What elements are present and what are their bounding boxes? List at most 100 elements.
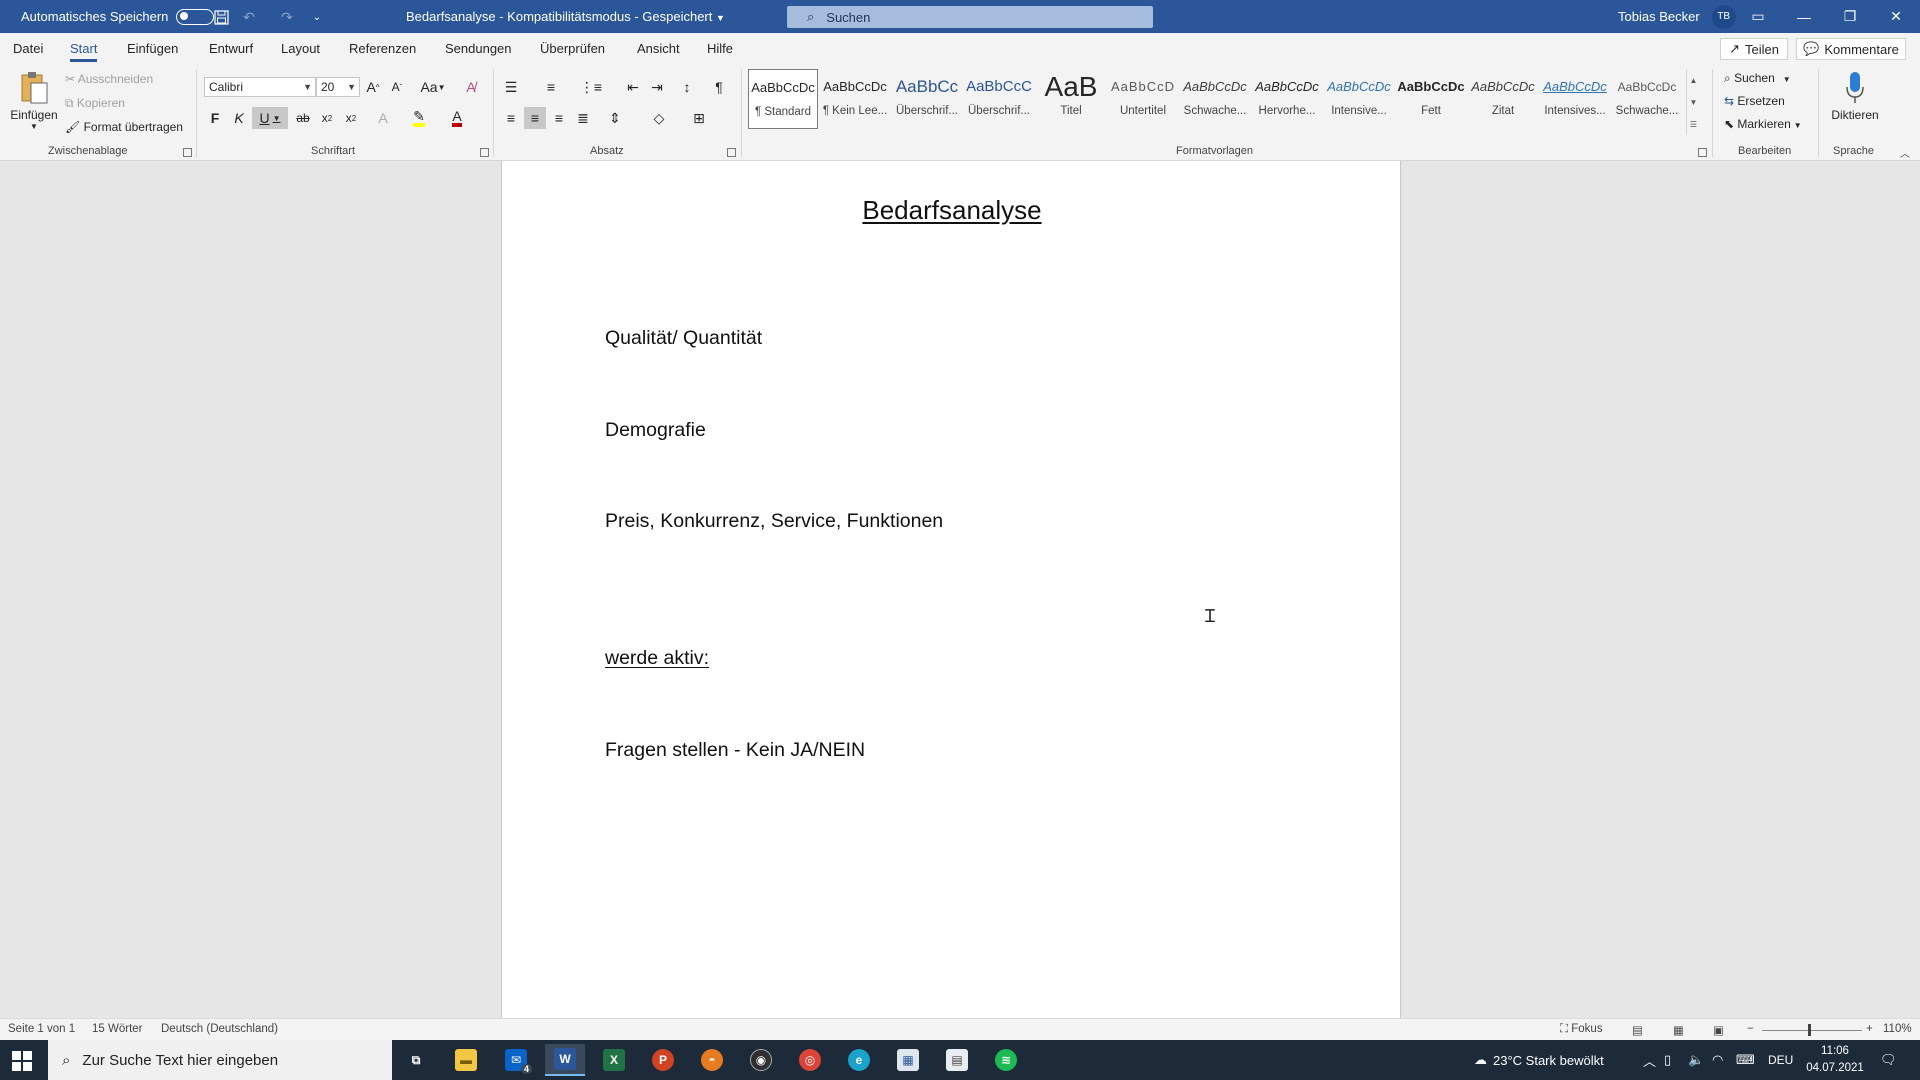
taskbar-search[interactable]: ⌕ Zur Suche Text hier eingeben [48, 1040, 392, 1080]
document-title[interactable]: Bedarfsanalyse - Kompatibilitätsmodus - … [406, 0, 725, 33]
document-paragraph[interactable]: werde aktiv: [605, 647, 709, 670]
font-color-icon[interactable]: A [446, 107, 468, 129]
tab-einfuegen[interactable]: Einfügen [127, 41, 178, 56]
document-heading[interactable]: Bedarfsanalyse [502, 195, 1402, 226]
dictate-button[interactable]: Diktieren [1826, 69, 1884, 139]
app-icon[interactable]: ▦ [888, 1044, 928, 1076]
copy-button[interactable]: ⧉ Kopieren [65, 96, 125, 111]
numbering-icon[interactable]: ≡ [540, 76, 562, 98]
cut-button[interactable]: ✂ Ausschneiden [65, 72, 153, 86]
tab-ansicht[interactable]: Ansicht [637, 41, 680, 56]
italic-button[interactable]: K [228, 107, 250, 129]
ribbon-display-icon[interactable]: ▭ [1735, 0, 1781, 33]
system-clock[interactable]: 11:06 04.07.2021 [1800, 1043, 1870, 1077]
more-styles-icon[interactable]: ☰ [1690, 120, 1697, 129]
document-canvas[interactable]: Bedarfsanalyse Qualität/ Quantität Demog… [0, 161, 1920, 1018]
chevron-up-icon[interactable]: ▲ [1690, 76, 1698, 85]
print-layout-icon[interactable]: ▦ [1673, 1023, 1684, 1037]
subscript-icon[interactable]: x2 [316, 107, 338, 129]
autosave-toggle[interactable] [176, 8, 215, 25]
tab-referenzen[interactable]: Referenzen [349, 41, 416, 56]
document-paragraph[interactable]: Preis, Konkurrenz, Service, Funktionen [605, 510, 943, 533]
comments-button[interactable]: 💬 Kommentare [1796, 38, 1906, 60]
replace-button[interactable]: ⇆ Ersetzen [1724, 94, 1785, 108]
zoom-in-button[interactable]: + [1866, 1023, 1873, 1035]
chevron-down-icon[interactable]: ▼ [1690, 98, 1698, 107]
tab-datei[interactable]: Datei [13, 41, 43, 56]
tab-hilfe[interactable]: Hilfe [707, 41, 733, 56]
windows-start-icon[interactable] [12, 1051, 32, 1071]
line-spacing-icon[interactable]: ⇕ [604, 107, 626, 129]
undo-icon[interactable]: ↶ [240, 8, 258, 26]
change-case-button[interactable]: Aa ▼ [416, 76, 450, 98]
style-fett[interactable]: AaBbCcDc Fett [1396, 69, 1466, 129]
zoom-level[interactable]: 110% [1883, 1023, 1912, 1035]
style-kein-leerraum[interactable]: AaBbCcDc ¶ Kein Lee... [820, 69, 890, 129]
style-schwacher-verweis[interactable]: AaBbCcDc Schwache... [1612, 69, 1682, 129]
file-explorer-icon[interactable]: ▬ [446, 1044, 486, 1076]
clear-formatting-icon[interactable]: A̸ [460, 76, 482, 98]
style-ueberschrift-1[interactable]: AaBbCc Überschrif... [892, 69, 962, 129]
search-box[interactable]: ⌕ Suchen [787, 6, 1153, 28]
font-size-select[interactable]: 20 ▼ [316, 77, 360, 97]
web-layout-icon[interactable]: ▣ [1713, 1023, 1724, 1037]
keyboard-icon[interactable]: ⌨ [1736, 1040, 1755, 1080]
word-count[interactable]: 15 Wörter [92, 1023, 143, 1035]
tab-entwurf[interactable]: Entwurf [209, 41, 253, 56]
format-painter-button[interactable]: 🖌 Format übertragen [65, 120, 183, 134]
grow-font-icon[interactable]: A ^ [362, 76, 384, 98]
mail-icon[interactable]: ✉ 4 [496, 1044, 536, 1076]
obs-icon[interactable]: ◉ [741, 1044, 781, 1076]
find-button[interactable]: ⌕ Suchen ▼ [1724, 71, 1791, 86]
autosave-control[interactable]: Automatisches Speichern [21, 8, 215, 25]
input-language[interactable]: DEU [1768, 1040, 1793, 1080]
shrink-font-icon[interactable]: Aˇ [386, 76, 408, 98]
document-page[interactable]: Bedarfsanalyse Qualität/ Quantität Demog… [501, 161, 1401, 1018]
justify-icon[interactable]: ≣ [572, 107, 594, 129]
highlight-icon[interactable]: ✎ [408, 107, 430, 129]
user-account[interactable]: Tobias Becker TB [1618, 0, 1736, 33]
chrome-icon[interactable]: ◎ [790, 1044, 830, 1076]
multilevel-list-icon[interactable]: ⋮≡ [580, 76, 602, 98]
weather-widget[interactable]: ☁ 23°C Stark bewölkt [1474, 1040, 1604, 1080]
style-titel[interactable]: AaB Titel [1036, 69, 1106, 129]
device-icon[interactable]: ▯ [1664, 1040, 1671, 1080]
close-icon[interactable]: ✕ [1873, 0, 1919, 33]
word-app-icon[interactable]: W [545, 1044, 585, 1076]
zoom-slider-thumb[interactable] [1808, 1024, 1811, 1036]
sort-icon[interactable]: ↕ [676, 76, 698, 98]
volume-icon[interactable]: 🔈 [1688, 1040, 1704, 1080]
read-mode-icon[interactable]: ▤ [1632, 1023, 1643, 1037]
shading-icon[interactable]: ◇ [648, 107, 670, 129]
paste-button[interactable]: Einfügen ▼ [8, 69, 60, 141]
borders-icon[interactable]: ⊞ [688, 107, 710, 129]
edge-icon[interactable]: e [839, 1044, 879, 1076]
pilcrow-icon[interactable]: ¶ [708, 76, 730, 98]
increase-indent-icon[interactable]: ⇥ [646, 76, 668, 98]
redo-icon[interactable]: ↷ [278, 8, 296, 26]
text-effects-icon[interactable]: A [372, 107, 394, 129]
app-icon[interactable]: ◓ [692, 1044, 732, 1076]
bullets-icon[interactable]: ☰ [500, 76, 522, 98]
collapse-ribbon-icon[interactable]: ︿ [1900, 145, 1910, 160]
minimize-icon[interactable]: — [1781, 0, 1827, 33]
superscript-icon[interactable]: x2 [340, 107, 362, 129]
align-left-icon[interactable]: ≡ [500, 107, 522, 129]
page-count[interactable]: Seite 1 von 1 [8, 1023, 75, 1035]
paragraph-launcher-icon[interactable] [727, 148, 736, 157]
underline-button[interactable]: U ▼ [252, 107, 288, 129]
styles-launcher-icon[interactable] [1698, 148, 1707, 157]
clipboard-launcher-icon[interactable] [183, 148, 192, 157]
document-paragraph[interactable]: Fragen stellen - Kein JA/NEIN [605, 739, 865, 762]
app-icon[interactable]: ▤ [937, 1044, 977, 1076]
decrease-indent-icon[interactable]: ⇤ [622, 76, 644, 98]
spotify-icon[interactable]: ≋ [986, 1044, 1026, 1076]
style-intensive-hervorhebung[interactable]: AaBbCcDc Intensive... [1324, 69, 1394, 129]
strikethrough-icon[interactable]: ab [292, 107, 314, 129]
document-paragraph[interactable]: Demografie [605, 419, 706, 442]
language-indicator[interactable]: Deutsch (Deutschland) [161, 1023, 278, 1035]
document-paragraph[interactable]: Qualität/ Quantität [605, 327, 762, 350]
align-right-icon[interactable]: ≡ [548, 107, 570, 129]
tab-start[interactable]: Start [70, 41, 98, 62]
style-hervorhebung[interactable]: AaBbCcDc Hervorhe... [1252, 69, 1322, 129]
